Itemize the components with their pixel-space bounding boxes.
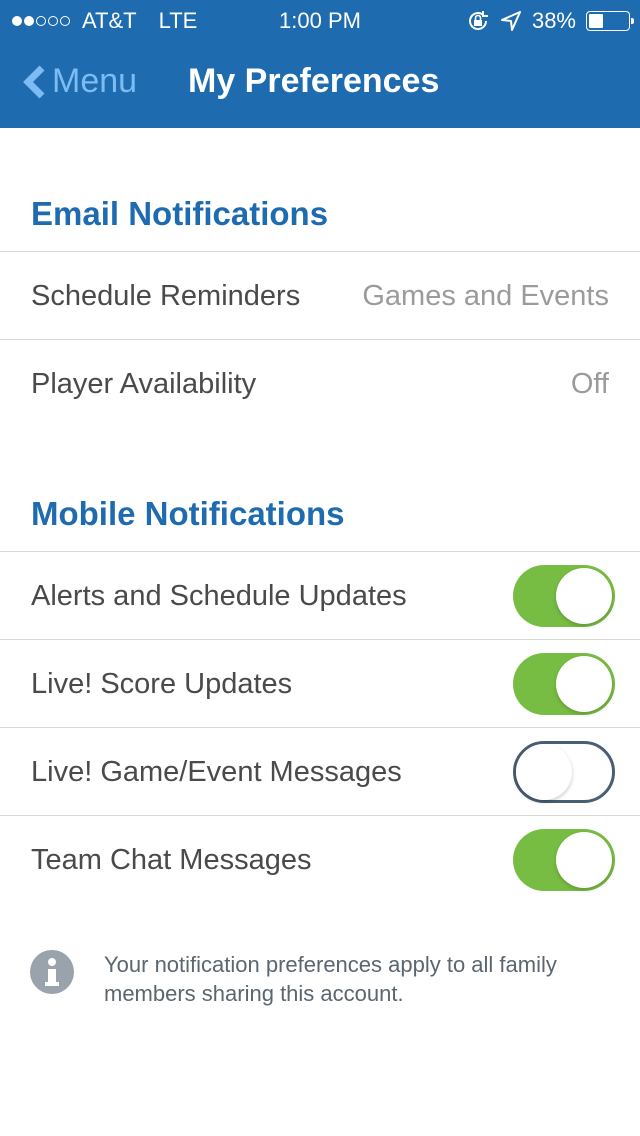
row-label: Alerts and Schedule Updates [31,580,407,612]
row-label: Live! Game/Event Messages [31,756,402,788]
toggle-knob [516,744,572,800]
live-game-event-messages-row: Live! Game/Event Messages [0,728,640,816]
header-bar: AT&T LTE 1:00 PM 38% Menu My Preferences [0,0,640,128]
row-value: Games and Events [362,280,609,312]
toggle-knob [556,656,612,712]
toggle-knob [556,832,612,888]
toggle-knob [556,568,612,624]
info-note: Your notification preferences apply to a… [30,950,620,1008]
mobile-notifications-heading: Mobile Notifications [31,495,345,532]
alerts-schedule-updates-toggle[interactable] [513,565,615,627]
location-arrow-icon [500,10,522,32]
battery-percent: 38% [531,8,576,33]
chevron-left-icon [23,65,45,98]
info-text: Your notification preferences apply to a… [104,952,557,1006]
rotation-lock-icon [466,9,490,33]
page-title: My Preferences [188,62,440,100]
live-score-updates-row: Live! Score Updates [0,640,640,728]
battery-level [589,14,604,28]
status-bar: AT&T LTE 1:00 PM 38% [0,0,640,40]
back-button[interactable]: Menu [20,62,137,101]
row-label: Team Chat Messages [31,844,312,876]
battery-icon [586,11,634,31]
live-score-updates-toggle[interactable] [513,653,615,715]
email-notifications-heading: Email Notifications [31,195,329,232]
team-chat-messages-row: Team Chat Messages [0,816,640,904]
live-game-event-messages-toggle[interactable] [513,741,615,803]
back-button-label: Menu [52,62,138,100]
row-label: Schedule Reminders [31,280,301,312]
schedule-reminders-row[interactable]: Schedule Reminders Games and Events [0,252,640,340]
row-label: Live! Score Updates [31,668,293,700]
team-chat-messages-toggle[interactable] [513,829,615,891]
navigation-bar: Menu My Preferences [0,40,640,128]
player-availability-row[interactable]: Player Availability Off [0,340,640,428]
alerts-schedule-updates-row: Alerts and Schedule Updates [0,552,640,640]
info-icon [30,950,74,994]
row-label: Player Availability [31,368,257,400]
row-value: Off [570,368,609,400]
